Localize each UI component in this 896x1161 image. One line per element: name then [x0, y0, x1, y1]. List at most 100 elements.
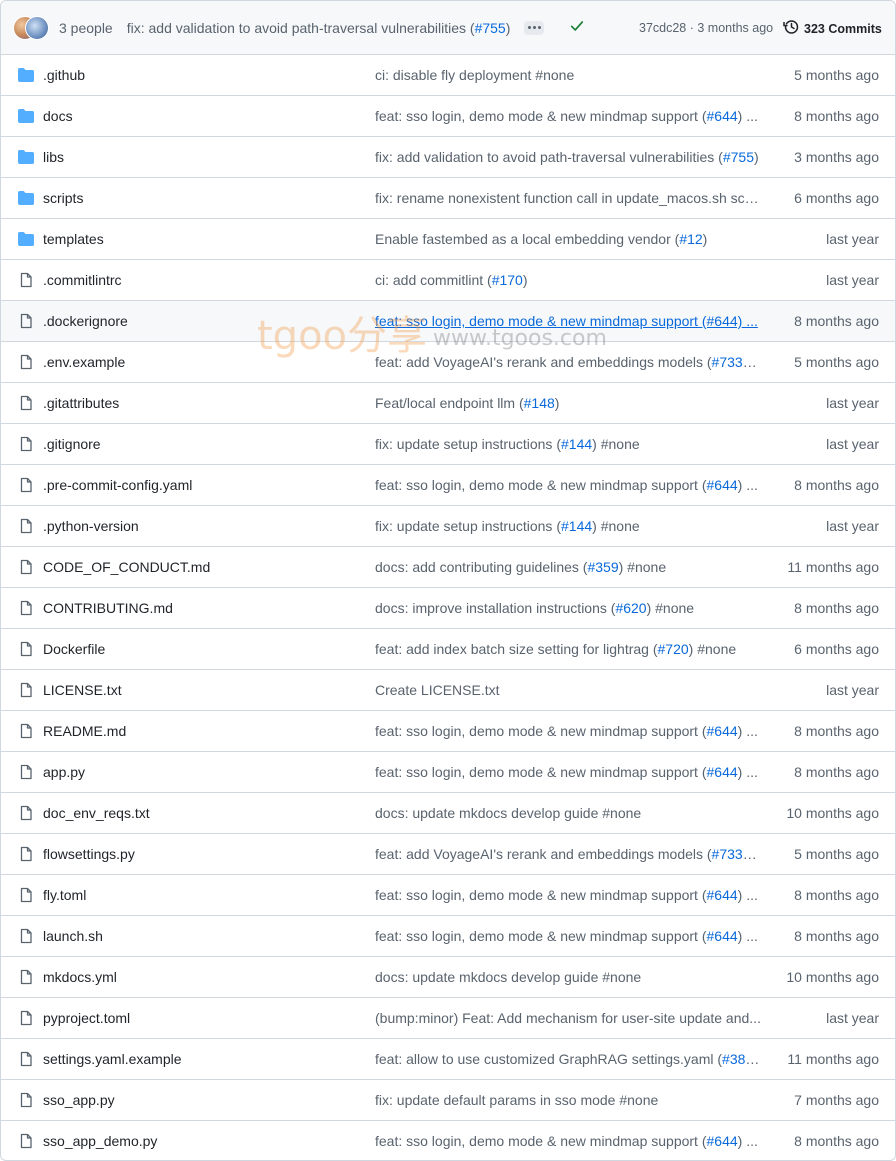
commit-message-link[interactable]: feat: add index batch size setting for l… — [375, 641, 761, 657]
commit-age[interactable]: 8 months ago — [794, 1133, 879, 1149]
commit-message-link[interactable]: Feat/local endpoint llm (#148) — [375, 395, 761, 411]
commit-hash-time[interactable]: 37cdc28 · 3 months ago — [639, 21, 773, 35]
file-name-link[interactable]: libs — [43, 149, 64, 165]
commit-age[interactable]: last year — [826, 1010, 879, 1026]
commit-age[interactable]: 5 months ago — [794, 67, 879, 83]
file-name-link[interactable]: flowsettings.py — [43, 846, 135, 862]
file-name-link[interactable]: .github — [43, 67, 85, 83]
commit-age[interactable]: last year — [826, 518, 879, 534]
file-name-link[interactable]: templates — [43, 231, 104, 247]
file-name-link[interactable]: docs — [43, 108, 73, 124]
expand-commit-button[interactable] — [524, 20, 545, 35]
commit-age[interactable]: 11 months ago — [787, 559, 879, 575]
commit-age[interactable]: 8 months ago — [794, 764, 879, 780]
commit-pr-link[interactable]: #755 — [475, 20, 506, 36]
table-row[interactable]: .gitignore fix: update setup instructions… — [1, 424, 895, 465]
commit-age[interactable]: last year — [826, 436, 879, 452]
table-row[interactable]: flowsettings.py feat: add VoyageAI's rera… — [1, 834, 895, 875]
commit-message-link[interactable]: docs: update mkdocs develop guide #none — [375, 805, 761, 821]
commit-message-link[interactable]: fix: rename nonexistent function call in… — [375, 190, 761, 206]
commit-message-link[interactable]: fix: add validation to avoid path-traver… — [375, 149, 761, 165]
commit-message-link[interactable]: feat: sso login, demo mode & new mindmap… — [375, 313, 761, 329]
commit-age[interactable]: 11 months ago — [787, 1051, 879, 1067]
commit-message-link[interactable]: fix: update setup instructions (#144) #n… — [375, 518, 761, 534]
table-row[interactable]: templates Enable fastembed as a local emb… — [1, 219, 895, 260]
commits-link[interactable]: 323 Commits — [783, 19, 882, 38]
commit-message-link[interactable]: docs: add contributing guidelines (#359)… — [375, 559, 761, 575]
file-name-link[interactable]: .dockerignore — [43, 313, 128, 329]
commit-age[interactable]: 8 months ago — [794, 108, 879, 124]
file-name-link[interactable]: fly.toml — [43, 887, 86, 903]
commit-message-link[interactable]: feat: sso login, demo mode & new mindmap… — [375, 887, 761, 903]
file-name-link[interactable]: doc_env_reqs.txt — [43, 805, 150, 821]
table-row[interactable]: .env.example feat: add VoyageAI's rerank … — [1, 342, 895, 383]
file-name-link[interactable]: launch.sh — [43, 928, 103, 944]
table-row[interactable]: mkdocs.yml docs: update mkdocs develop gu… — [1, 957, 895, 998]
commit-message-link[interactable]: feat: sso login, demo mode & new mindmap… — [375, 723, 761, 739]
table-row[interactable]: docs feat: sso login, demo mode & new min… — [1, 96, 895, 137]
file-name-link[interactable]: settings.yaml.example — [43, 1051, 182, 1067]
file-name-link[interactable]: mkdocs.yml — [43, 969, 117, 985]
file-name-link[interactable]: .gitattributes — [43, 395, 119, 411]
commit-age[interactable]: 5 months ago — [794, 846, 879, 862]
file-name-link[interactable]: LICENSE.txt — [43, 682, 122, 698]
table-row[interactable]: README.md feat: sso login, demo mode & ne… — [1, 711, 895, 752]
file-name-link[interactable]: .env.example — [43, 354, 125, 370]
commit-age[interactable]: 8 months ago — [794, 723, 879, 739]
table-row[interactable]: launch.sh feat: sso login, demo mode & ne… — [1, 916, 895, 957]
table-row[interactable]: pyproject.toml (bump:minor) Feat: Add mec… — [1, 998, 895, 1039]
file-name-link[interactable]: CONTRIBUTING.md — [43, 600, 173, 616]
latest-commit-message[interactable]: fix: add validation to avoid path-traver… — [127, 20, 511, 36]
commit-age[interactable]: 8 months ago — [794, 313, 879, 329]
file-name-link[interactable]: .gitignore — [43, 436, 101, 452]
contributor-avatars[interactable] — [13, 15, 49, 40]
file-name-link[interactable]: sso_app.py — [43, 1092, 115, 1108]
table-row[interactable]: Dockerfile feat: add index batch size set… — [1, 629, 895, 670]
file-name-link[interactable]: .commitlintrc — [43, 272, 122, 288]
avatar[interactable] — [25, 15, 49, 40]
table-row[interactable]: libs fix: add validation to avoid path-tr… — [1, 137, 895, 178]
table-row[interactable]: settings.yaml.example feat: allow to use … — [1, 1039, 895, 1080]
commit-message-link[interactable]: docs: update mkdocs develop guide #none — [375, 969, 761, 985]
commit-message-link[interactable]: feat: sso login, demo mode & new mindmap… — [375, 764, 761, 780]
file-name-link[interactable]: Dockerfile — [43, 641, 105, 657]
commit-message-link[interactable]: Create LICENSE.txt — [375, 682, 761, 698]
commit-message-link[interactable]: feat: sso login, demo mode & new mindmap… — [375, 1133, 761, 1149]
commit-message-link[interactable]: feat: allow to use customized GraphRAG s… — [375, 1051, 761, 1067]
commit-message-link[interactable]: fix: update default params in sso mode #… — [375, 1092, 761, 1108]
table-row[interactable]: .python-version fix: update setup instruc… — [1, 506, 895, 547]
commit-age[interactable]: 6 months ago — [794, 641, 879, 657]
table-row[interactable]: sso_app.py fix: update default params in … — [1, 1080, 895, 1121]
commit-age[interactable]: last year — [826, 395, 879, 411]
file-name-link[interactable]: .python-version — [43, 518, 139, 534]
table-row[interactable]: sso_app_demo.py feat: sso login, demo mod… — [1, 1121, 895, 1160]
file-name-link[interactable]: app.py — [43, 764, 85, 780]
table-row[interactable]: .pre-commit-config.yaml feat: sso login, … — [1, 465, 895, 506]
table-row[interactable]: CONTRIBUTING.md docs: improve installatio… — [1, 588, 895, 629]
commit-message-link[interactable]: ci: add commitlint (#170) — [375, 272, 761, 288]
table-row[interactable]: .dockerignore feat: sso login, demo mode … — [1, 301, 895, 342]
commit-age[interactable]: last year — [826, 231, 879, 247]
commit-message-link[interactable]: ci: disable fly deployment #none — [375, 67, 761, 83]
commit-message-link[interactable]: feat: add VoyageAI's rerank and embeddin… — [375, 846, 761, 862]
commit-age[interactable]: 7 months ago — [794, 1092, 879, 1108]
commit-message-link[interactable]: feat: sso login, demo mode & new mindmap… — [375, 928, 761, 944]
file-name-link[interactable]: scripts — [43, 190, 83, 206]
table-row[interactable]: scripts fix: rename nonexistent function … — [1, 178, 895, 219]
commit-message-link[interactable]: feat: add VoyageAI's rerank and embeddin… — [375, 354, 761, 370]
commit-age[interactable]: 10 months ago — [786, 969, 879, 985]
commit-text[interactable]: fix: add validation to avoid path-traver… — [127, 20, 475, 36]
commit-age[interactable]: last year — [826, 682, 879, 698]
commit-age[interactable]: 8 months ago — [794, 887, 879, 903]
table-row[interactable]: app.py feat: sso login, demo mode & new m… — [1, 752, 895, 793]
table-row[interactable]: doc_env_reqs.txt docs: update mkdocs deve… — [1, 793, 895, 834]
commit-age[interactable]: 8 months ago — [794, 600, 879, 616]
file-name-link[interactable]: pyproject.toml — [43, 1010, 130, 1026]
commit-age[interactable]: 8 months ago — [794, 477, 879, 493]
commit-message-link[interactable]: Enable fastembed as a local embedding ve… — [375, 231, 761, 247]
table-row[interactable]: .github ci: disable fly deployment #none 5… — [1, 55, 895, 96]
table-row[interactable]: fly.toml feat: sso login, demo mode & new… — [1, 875, 895, 916]
file-name-link[interactable]: CODE_OF_CONDUCT.md — [43, 559, 210, 575]
commit-age[interactable]: 5 months ago — [794, 354, 879, 370]
table-row[interactable]: CODE_OF_CONDUCT.md docs: add contributing… — [1, 547, 895, 588]
